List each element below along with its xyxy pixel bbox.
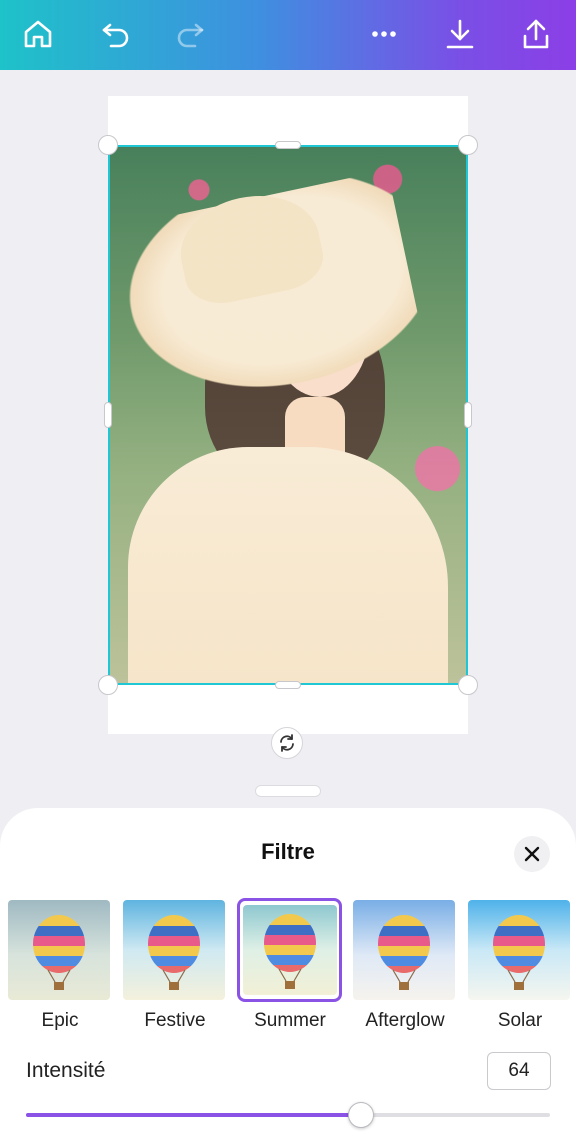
filter-label: Afterglow (365, 1010, 445, 1031)
filter-label: Solar (497, 1010, 543, 1031)
rotate-button[interactable] (271, 727, 303, 759)
redo-icon[interactable] (164, 10, 216, 58)
filter-thumbnail[interactable] (468, 900, 570, 1000)
balloon-image (30, 914, 88, 994)
balloon-image (490, 914, 548, 994)
share-icon[interactable] (510, 10, 562, 58)
filter-label: Epic (41, 1010, 79, 1031)
balloon-image (375, 914, 433, 994)
intensity-label: Intensité (26, 1059, 106, 1082)
filter-option-epic[interactable]: Epic (8, 898, 112, 1038)
resize-handle-bottom-left[interactable] (98, 675, 118, 695)
more-icon[interactable] (358, 10, 410, 58)
resize-handle-top-left[interactable] (98, 135, 118, 155)
filter-option-festive[interactable]: Festive (123, 898, 227, 1038)
filter-option-summer[interactable]: Summer (237, 898, 342, 1038)
close-icon (524, 846, 540, 862)
filter-thumbnail[interactable] (353, 900, 455, 1000)
undo-icon[interactable] (90, 10, 142, 58)
sheet-drag-handle[interactable] (255, 785, 321, 797)
intensity-slider[interactable] (26, 1102, 550, 1128)
balloon-image (145, 914, 203, 994)
resize-handle-left[interactable] (104, 402, 112, 428)
filter-label: Summer (254, 1010, 326, 1031)
top-toolbar (0, 0, 576, 70)
filter-option-afterglow[interactable]: Afterglow (353, 898, 457, 1038)
sheet-title: Filtre (261, 839, 315, 864)
intensity-value-field[interactable]: 64 (487, 1052, 551, 1090)
close-button[interactable] (514, 836, 550, 872)
filter-thumbnail[interactable] (243, 905, 337, 995)
download-icon[interactable] (434, 10, 486, 58)
resize-handle-top-right[interactable] (458, 135, 478, 155)
balloon-image (261, 913, 319, 993)
filter-thumbnail[interactable] (123, 900, 225, 1000)
filter-thumbnail[interactable] (8, 900, 110, 1000)
rotate-icon (280, 734, 294, 752)
filter-overlay (110, 147, 466, 683)
filter-option-solar[interactable]: Solar (468, 898, 572, 1038)
home-icon[interactable] (12, 10, 64, 58)
resize-handle-right[interactable] (464, 402, 472, 428)
resize-handle-bottom-right[interactable] (458, 675, 478, 695)
filter-label: Festive (144, 1010, 206, 1031)
resize-handle-bottom[interactable] (275, 681, 301, 689)
resize-handle-top[interactable] (275, 141, 301, 149)
selected-photo[interactable] (108, 145, 468, 685)
intensity-slider-fill (26, 1113, 362, 1117)
